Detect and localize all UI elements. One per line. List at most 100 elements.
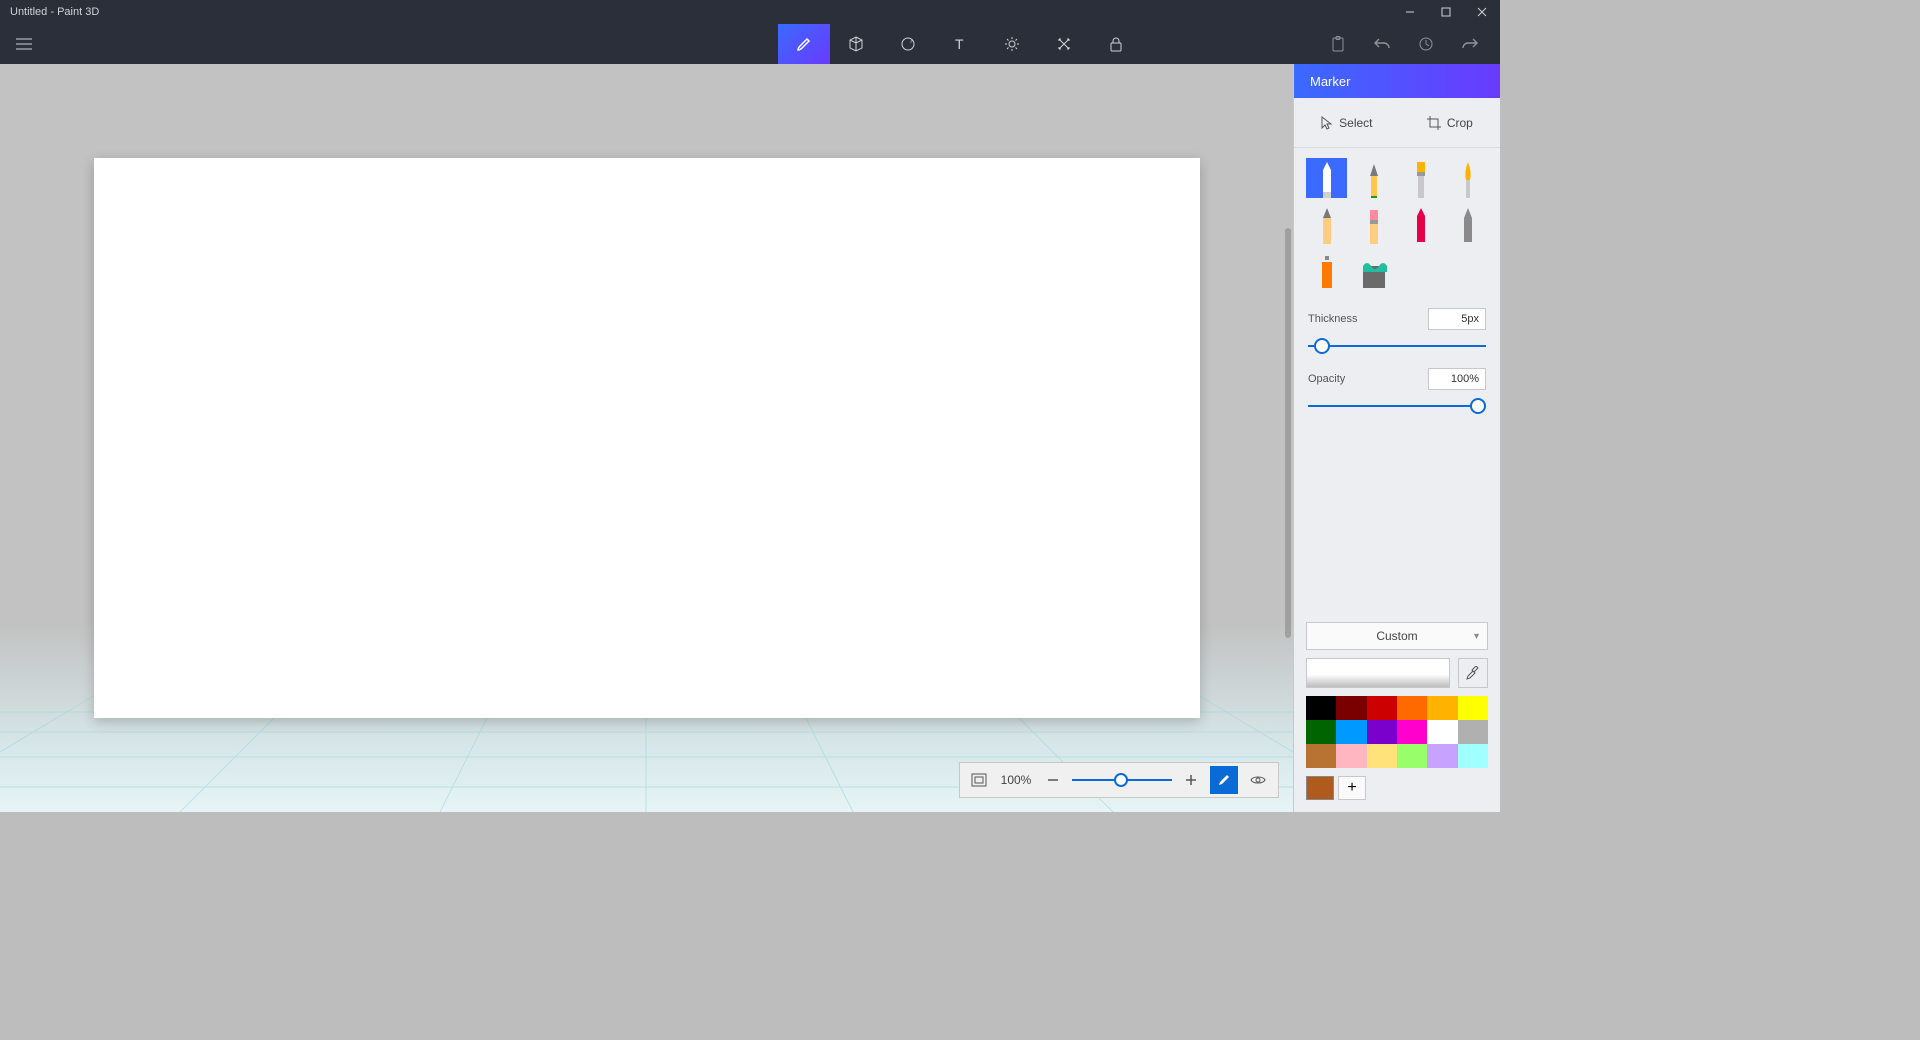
window-title: Untitled - Paint 3D xyxy=(10,6,99,18)
brush-watercolor[interactable] xyxy=(1447,158,1488,198)
lock-icon xyxy=(1109,36,1123,52)
canvas-viewport[interactable]: 100% xyxy=(0,64,1293,812)
opacity-control: Opacity xyxy=(1294,354,1500,414)
tab-stickers[interactable] xyxy=(882,24,934,64)
color-swatch[interactable] xyxy=(1397,720,1427,744)
color-swatch[interactable] xyxy=(1336,744,1366,768)
minimize-button[interactable] xyxy=(1392,0,1428,24)
tab-text[interactable]: T xyxy=(934,24,986,64)
brush-pencil[interactable] xyxy=(1306,204,1347,244)
mode-view-button[interactable] xyxy=(1244,766,1272,794)
canvas[interactable] xyxy=(94,158,1200,718)
vertical-scrollbar[interactable] xyxy=(1285,228,1291,638)
cursor-icon xyxy=(1321,116,1333,130)
color-swatch[interactable] xyxy=(1306,720,1336,744)
select-button[interactable]: Select xyxy=(1321,116,1372,130)
zoom-slider[interactable] xyxy=(1072,772,1172,788)
brush-icon xyxy=(795,35,813,53)
eyedropper-button[interactable] xyxy=(1458,658,1488,688)
brush-pixel-pen[interactable] xyxy=(1447,204,1488,244)
gradient-eyedropper-row xyxy=(1306,658,1488,688)
tab-brushes[interactable] xyxy=(778,24,830,64)
color-swatch[interactable] xyxy=(1427,744,1457,768)
opacity-input[interactable] xyxy=(1428,368,1486,390)
canvas-icon xyxy=(1056,36,1072,52)
color-swatch[interactable] xyxy=(1427,696,1457,720)
opacity-label: Opacity xyxy=(1308,373,1345,385)
thickness-slider[interactable] xyxy=(1308,338,1486,354)
tab-3d-library[interactable] xyxy=(1090,24,1142,64)
color-swatch[interactable] xyxy=(1306,744,1336,768)
brush-marker[interactable] xyxy=(1306,158,1347,198)
chevron-down-icon: ▾ xyxy=(1474,631,1479,642)
sun-icon xyxy=(1004,36,1020,52)
current-color-swatch[interactable] xyxy=(1306,776,1334,800)
current-color-row: + xyxy=(1306,776,1488,800)
close-button[interactable] xyxy=(1464,0,1500,24)
color-swatch[interactable] xyxy=(1336,720,1366,744)
fit-icon xyxy=(971,773,987,787)
eyedropper-icon xyxy=(1466,666,1480,680)
toolbar-right-actions xyxy=(1316,24,1500,64)
tab-3d-shapes[interactable] xyxy=(830,24,882,64)
crop-icon xyxy=(1427,116,1441,130)
color-swatch[interactable] xyxy=(1397,696,1427,720)
mode-edit-button[interactable] xyxy=(1210,766,1238,794)
paste-button[interactable] xyxy=(1316,24,1360,64)
thickness-input[interactable] xyxy=(1428,308,1486,330)
add-color-button[interactable]: + xyxy=(1338,776,1366,800)
zoom-bar: 100% xyxy=(959,762,1279,798)
brush-oil-brush[interactable] xyxy=(1400,158,1441,198)
undo-button[interactable] xyxy=(1360,24,1404,64)
menu-button[interactable] xyxy=(0,24,48,64)
brush-fill[interactable] xyxy=(1353,250,1394,290)
brush-calligraphy-pen[interactable] xyxy=(1353,158,1394,198)
top-toolbar: T xyxy=(0,24,1500,64)
color-swatch[interactable] xyxy=(1367,720,1397,744)
fit-screen-button[interactable] xyxy=(966,767,992,793)
color-swatch[interactable] xyxy=(1367,696,1397,720)
material-dropdown[interactable]: Custom ▾ xyxy=(1306,622,1488,650)
thickness-control: Thickness xyxy=(1294,294,1500,354)
brush-eraser[interactable] xyxy=(1353,204,1394,244)
title-bar: Untitled - Paint 3D xyxy=(0,0,1500,24)
redo-button[interactable] xyxy=(1448,24,1492,64)
zoom-out-button[interactable] xyxy=(1040,767,1066,793)
color-swatch[interactable] xyxy=(1427,720,1457,744)
maximize-button[interactable] xyxy=(1428,0,1464,24)
pencil-icon xyxy=(1217,773,1231,787)
text-icon: T xyxy=(952,36,968,52)
color-swatch[interactable] xyxy=(1458,696,1488,720)
zoom-percent: 100% xyxy=(998,773,1034,787)
brush-spray-can[interactable] xyxy=(1306,250,1347,290)
zoom-in-button[interactable] xyxy=(1178,767,1204,793)
color-gradient[interactable] xyxy=(1306,658,1450,688)
undo-icon xyxy=(1374,37,1390,51)
color-swatch[interactable] xyxy=(1458,744,1488,768)
tab-effects[interactable] xyxy=(986,24,1038,64)
color-palette xyxy=(1306,696,1488,768)
svg-text:T: T xyxy=(955,36,964,52)
history-icon xyxy=(1418,36,1434,52)
sidepanel-title: Marker xyxy=(1294,64,1500,98)
tab-canvas[interactable] xyxy=(1038,24,1090,64)
history-button[interactable] xyxy=(1404,24,1448,64)
color-swatch[interactable] xyxy=(1367,744,1397,768)
redo-icon xyxy=(1462,37,1478,51)
thickness-label: Thickness xyxy=(1308,313,1358,325)
opacity-slider[interactable] xyxy=(1308,398,1486,414)
color-swatch[interactable] xyxy=(1306,696,1336,720)
side-panel: Marker Select Crop xyxy=(1293,64,1500,812)
tool-tabs: T xyxy=(778,24,1142,64)
eye-icon xyxy=(1250,774,1266,786)
main-area: 100% Marker Select Crop xyxy=(0,64,1500,812)
color-swatch[interactable] xyxy=(1458,720,1488,744)
paste-icon xyxy=(1331,36,1345,52)
crop-button[interactable]: Crop xyxy=(1427,116,1473,130)
color-swatch[interactable] xyxy=(1397,744,1427,768)
brush-grid xyxy=(1294,148,1500,294)
color-swatch[interactable] xyxy=(1336,696,1366,720)
brush-crayon[interactable] xyxy=(1400,204,1441,244)
cube-icon xyxy=(848,36,864,52)
select-crop-bar: Select Crop xyxy=(1294,98,1500,148)
